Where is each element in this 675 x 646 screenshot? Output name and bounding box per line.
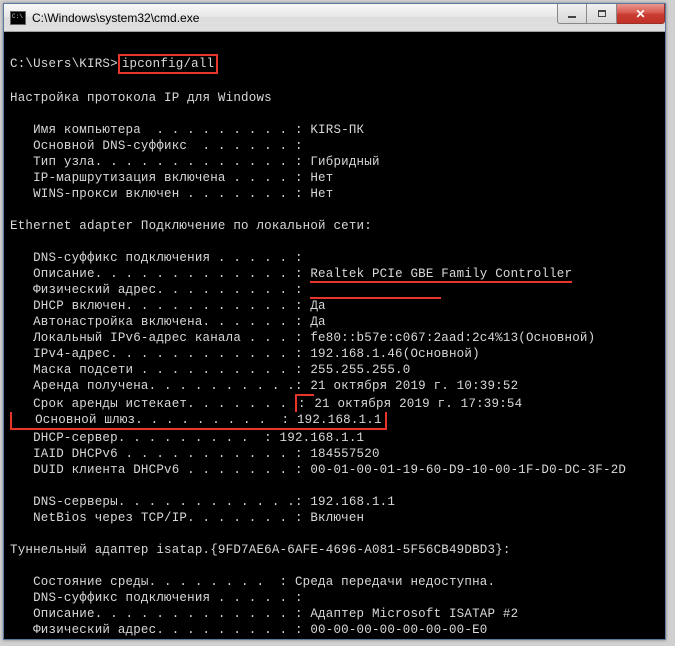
eth-gateway-line: Основной шлюз. . . . . . . . . : 192.168… bbox=[10, 413, 387, 427]
close-button[interactable]: ✕ bbox=[617, 4, 665, 24]
ethernet-header: Ethernet adapter Подключение по локально… bbox=[10, 219, 372, 233]
lease-exp-box-top: : bbox=[295, 394, 314, 412]
prompt-line-1: C:\Users\KIRS>ipconfig/all bbox=[10, 57, 218, 71]
maximize-button[interactable] bbox=[587, 4, 617, 24]
minimize-button[interactable] bbox=[557, 4, 587, 24]
minimize-icon bbox=[568, 16, 576, 18]
isatap-desc-line: Описание. . . . . . . . . . . . . : Адап… bbox=[10, 607, 518, 621]
eth-iaid-line: IAID DHCPv6 . . . . . . . . . . . : 1845… bbox=[10, 447, 380, 461]
isatap-header: Туннельный адаптер isatap.{9FD7AE6A-6AFE… bbox=[10, 543, 511, 557]
host-name-line: Имя компьютера . . . . . . . . . : KIRS-… bbox=[10, 123, 364, 137]
isatap-physaddr-line: Физический адрес. . . . . . . . . : 00-0… bbox=[10, 623, 487, 637]
wins-proxy-line: WINS-прокси включен . . . . . . . : Нет bbox=[10, 187, 333, 201]
maximize-icon bbox=[598, 10, 606, 17]
mac-redacted-highlight bbox=[310, 283, 441, 299]
cmd-window: C:\Windows\system32\cmd.exe ✕ C:\Users\K… bbox=[3, 3, 666, 640]
eth-duid-line: DUID клиента DHCPv6 . . . . . . . : 00-0… bbox=[10, 463, 626, 477]
gateway-highlight: Основной шлюз. . . . . . . . . : 192.168… bbox=[10, 412, 387, 430]
eth-dns-suffix-line: DNS-суффикс подключения . . . . . : bbox=[10, 251, 303, 265]
close-icon: ✕ bbox=[635, 7, 645, 21]
eth-lease-exp-line: Срок аренды истекает. . . . . . . : 21 о… bbox=[10, 397, 522, 411]
eth-netbios-line: NetBios через TCP/IP. . . . . . . : Вклю… bbox=[10, 511, 364, 525]
eth-dns-servers-line: DNS-серверы. . . . . . . . . . . .: 192.… bbox=[10, 495, 395, 509]
primary-dns-suffix-line: Основной DNS-суффикс . . . . . . : bbox=[10, 139, 303, 153]
window-title: C:\Windows\system32\cmd.exe bbox=[32, 11, 557, 25]
command-highlight: ipconfig/all bbox=[118, 54, 218, 74]
eth-physaddr-line: Физический адрес. . . . . . . . . : bbox=[10, 283, 441, 299]
eth-ipv6-line: Локальный IPv6-адрес канала . . . : fe80… bbox=[10, 331, 595, 345]
section-header-ipconfig: Настройка протокола IP для Windows bbox=[10, 91, 272, 105]
eth-autoconf-line: Автонастройка включена. . . . . . : Да bbox=[10, 315, 326, 329]
eth-subnet-line: Маска подсети . . . . . . . . . . : 255.… bbox=[10, 363, 410, 377]
eth-lease-obt-line: Аренда получена. . . . . . . . . .: 21 о… bbox=[10, 379, 518, 393]
window-buttons: ✕ bbox=[557, 4, 665, 31]
titlebar[interactable]: C:\Windows\system32\cmd.exe ✕ bbox=[4, 4, 665, 32]
isatap-dns-suffix-line: DNS-суффикс подключения . . . . . : bbox=[10, 591, 303, 605]
eth-dhcp-line: DHCP включен. . . . . . . . . . . : Да bbox=[10, 299, 326, 313]
node-type-line: Тип узла. . . . . . . . . . . . . : Гибр… bbox=[10, 155, 380, 169]
isatap-media-line: Состояние среды. . . . . . . . : Среда п… bbox=[10, 575, 495, 589]
cmd-icon bbox=[10, 11, 26, 25]
terminal-output[interactable]: C:\Users\KIRS>ipconfig/all Настройка про… bbox=[4, 32, 665, 639]
ip-routing-line: IP-маршрутизация включена . . . . : Нет bbox=[10, 171, 333, 185]
eth-description-line: Описание. . . . . . . . . . . . . : Real… bbox=[10, 267, 572, 283]
eth-dhcp-server-line: DHCP-сервер. . . . . . . . . : 192.168.1… bbox=[10, 431, 364, 445]
nic-description-highlight: Realtek PCIe GBE Family Controller bbox=[310, 267, 572, 283]
eth-ipv4-line: IPv4-адрес. . . . . . . . . . . . : 192.… bbox=[10, 347, 480, 361]
